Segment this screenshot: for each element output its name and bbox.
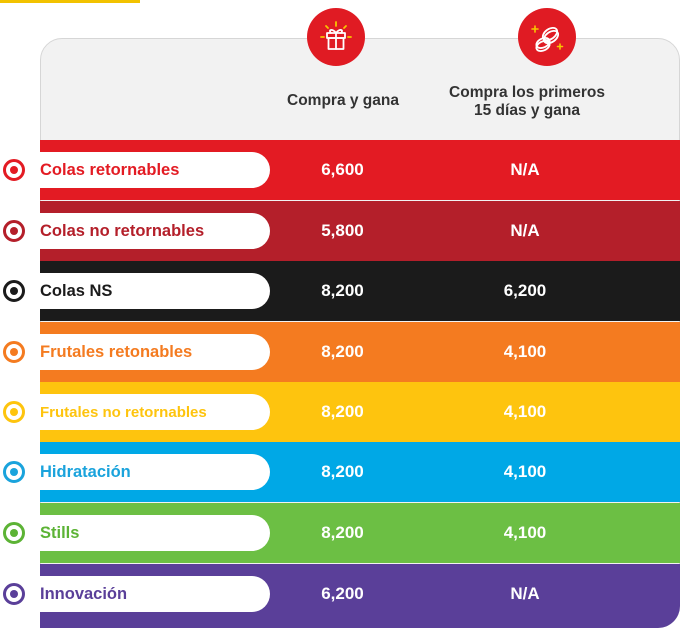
bullet-dot [10, 408, 18, 416]
row-label-pill: Frutales retonables [40, 334, 270, 370]
row-label: Hidratación [40, 462, 131, 481]
value-compra-y-gana: 8,200 [321, 402, 364, 421]
value-compra-y-gana: 6,200 [321, 584, 364, 603]
row-bullet-icon [3, 220, 25, 242]
table-row: Stills 8,200 4,100 [40, 503, 680, 563]
value-primeros-15-dias: 4,100 [503, 523, 547, 542]
row-bullet-icon [3, 461, 25, 483]
value-primeros-15-dias: 4,100 [503, 342, 547, 361]
bullet-dot [10, 529, 18, 537]
bullet-dot [10, 166, 18, 174]
value-primeros-15-dias: 4,100 [503, 402, 547, 421]
table-row: Innovación 6,200 N/A [40, 564, 680, 628]
value-compra-y-gana: 8,200 [321, 462, 364, 481]
row-bullet-icon [3, 583, 25, 605]
row-bullet-icon [3, 341, 25, 363]
table-row: Colas retornables 6,600 N/A [40, 140, 680, 200]
row-label-pill: Colas no retornables [40, 213, 270, 249]
row-label: Frutales no retornables [40, 403, 207, 421]
row-label-pill: Innovación [40, 576, 270, 612]
value-compra-y-gana: 6,600 [321, 160, 364, 179]
row-label: Stills [40, 523, 80, 542]
row-bullet-icon [3, 280, 25, 302]
top-accent-bar [0, 0, 140, 3]
row-label: Colas retornables [40, 160, 180, 179]
value-compra-y-gana: 8,200 [321, 342, 364, 361]
value-compra-y-gana: 8,200 [321, 281, 364, 300]
row-bullet-icon [3, 522, 25, 544]
column-header-compra-y-gana: Compra y gana [287, 92, 399, 109]
table-row: Colas no retornables 5,800 N/A [40, 201, 680, 261]
value-compra-y-gana: 5,800 [321, 221, 364, 240]
bullet-dot [10, 468, 18, 476]
row-label-pill: Hidratación [40, 454, 270, 490]
row-label-pill: Frutales no retornables [40, 394, 270, 430]
table-row: Frutales retonables 8,200 4,100 [40, 322, 680, 382]
row-label: Frutales retonables [40, 342, 193, 361]
table-row: Hidratación 8,200 4,100 [40, 442, 680, 502]
value-primeros-15-dias: 4,100 [503, 462, 547, 481]
table-row: Colas NS 8,200 6,200 [40, 261, 680, 321]
value-primeros-15-dias: 6,200 [503, 281, 547, 300]
column-header-primeros-15-dias: Compra los primeros 15 días y gana [449, 84, 605, 119]
table-row: Frutales no retornables 8,200 4,100 [40, 382, 680, 442]
value-primeros-15-dias: N/A [510, 584, 540, 603]
value-primeros-15-dias: N/A [510, 221, 540, 240]
row-label-pill: Colas NS [40, 273, 270, 309]
value-primeros-15-dias: N/A [510, 160, 540, 179]
row-label: Colas no retornables [40, 221, 205, 240]
row-label-pill: Colas retornables [40, 152, 270, 188]
bullet-dot [10, 348, 18, 356]
value-compra-y-gana: 8,200 [321, 523, 364, 542]
bullet-dot [10, 287, 18, 295]
row-label: Innovación [40, 584, 128, 603]
gift-icon [307, 8, 365, 66]
row-label: Colas NS [40, 281, 113, 300]
bullet-dot [10, 590, 18, 598]
row-bullet-icon [3, 401, 25, 423]
row-label-pill: Stills [40, 515, 270, 551]
row-bullet-icon [3, 159, 25, 181]
coins-icon [518, 8, 576, 66]
bullet-dot [10, 227, 18, 235]
